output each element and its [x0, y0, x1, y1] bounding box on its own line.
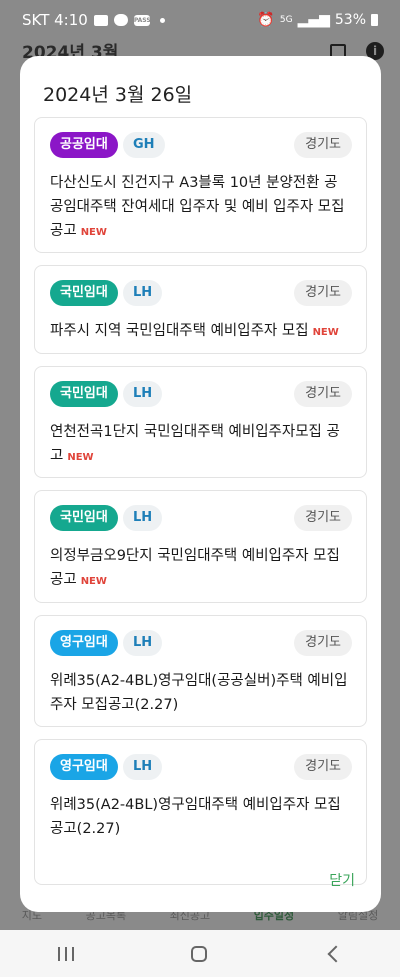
notice-title: 위례35(A2-4BL)영구임대주택 예비입주자 모집공고(2.27)	[50, 797, 341, 837]
org-badge: LH	[123, 280, 163, 306]
org-badge: GH	[123, 132, 165, 158]
battery-percent: 53%	[334, 12, 366, 28]
carrier-time: SKT 4:10	[22, 11, 88, 29]
system-nav-bar	[0, 930, 400, 977]
org-badge: LH	[123, 505, 163, 531]
notice-card[interactable]: 국민임대 LH 경기도 의정부금오9단지 국민임대주택 예비입주자 모집공고 NE…	[34, 490, 367, 603]
org-badge: LH	[123, 630, 163, 656]
notice-list[interactable]: 공공임대 GH 경기도 다산신도시 진건지구 A3블록 10년 분양전환 공공임…	[34, 117, 367, 907]
notice-title: 연천전곡1단지 국민임대주택 예비입주자모집 공고 NEW	[50, 424, 340, 464]
message-icon	[113, 14, 128, 26]
rental-type-badge: 영구임대	[50, 630, 118, 656]
new-badge: NEW	[312, 327, 339, 338]
notice-card[interactable]: 영구임대 LH 경기도 위례35(A2-4BL)영구임대주택 예비입주자 모집공…	[34, 739, 367, 885]
pass-icon: PASS	[133, 14, 151, 26]
recent-apps-icon[interactable]	[58, 946, 75, 961]
notice-card[interactable]: 국민임대 LH 경기도 파주시 지역 국민임대주택 예비입주자 모집 NEW	[34, 265, 367, 354]
rental-type-badge: 영구임대	[50, 754, 118, 780]
new-badge: NEW	[80, 576, 107, 587]
region-badge: 경기도	[294, 630, 352, 656]
rental-type-badge: 국민임대	[50, 505, 118, 531]
region-badge: 경기도	[294, 381, 352, 407]
home-icon[interactable]	[190, 945, 207, 962]
org-badge: LH	[123, 381, 163, 407]
signal-icon: ▂▄▆	[297, 12, 330, 28]
rental-type-badge: 공공임대	[50, 132, 118, 158]
rental-type-badge: 국민임대	[50, 381, 118, 407]
new-badge: NEW	[80, 227, 107, 238]
battery-icon	[371, 14, 378, 26]
back-icon[interactable]	[327, 945, 345, 962]
new-badge: NEW	[67, 452, 94, 463]
dialog-title: 2024년 3월 26일	[43, 84, 193, 106]
more-notifications-icon	[159, 17, 165, 23]
notice-card[interactable]: 공공임대 GH 경기도 다산신도시 진건지구 A3블록 10년 분양전환 공공임…	[34, 117, 367, 253]
notice-title: 위례35(A2-4BL)영구임대(공공실버)주택 예비입주자 모집공고(2.27…	[50, 673, 348, 713]
region-badge: 경기도	[294, 132, 352, 158]
notice-title: 파주시 지역 국민임대주택 예비입주자 모집 NEW	[50, 323, 339, 339]
close-button[interactable]: 닫기	[329, 870, 355, 890]
region-badge: 경기도	[294, 754, 352, 780]
alarm-icon: ⏰	[257, 12, 275, 28]
region-badge: 경기도	[294, 505, 352, 531]
schedule-dialog: 2024년 3월 26일 공공임대 GH 경기도 다산신도시 진건지구 A3블록…	[20, 56, 381, 912]
gallery-icon	[93, 14, 108, 26]
notice-title: 다산신도시 진건지구 A3블록 10년 분양전환 공공임대주택 잔여세대 입주자…	[50, 175, 345, 239]
region-badge: 경기도	[294, 280, 352, 306]
rental-type-badge: 국민임대	[50, 280, 118, 306]
notice-card[interactable]: 영구임대 LH 경기도 위례35(A2-4BL)영구임대(공공실버)주택 예비입…	[34, 615, 367, 727]
signal-label: 5G	[279, 15, 293, 25]
org-badge: LH	[123, 754, 163, 780]
notice-title: 의정부금오9단지 국민임대주택 예비입주자 모집공고 NEW	[50, 548, 340, 588]
status-bar: SKT 4:10 PASS ⏰ 5G ▂▄▆ 53%	[0, 0, 400, 40]
notice-card[interactable]: 국민임대 LH 경기도 연천전곡1단지 국민임대주택 예비입주자모집 공고 NEW	[34, 366, 367, 478]
